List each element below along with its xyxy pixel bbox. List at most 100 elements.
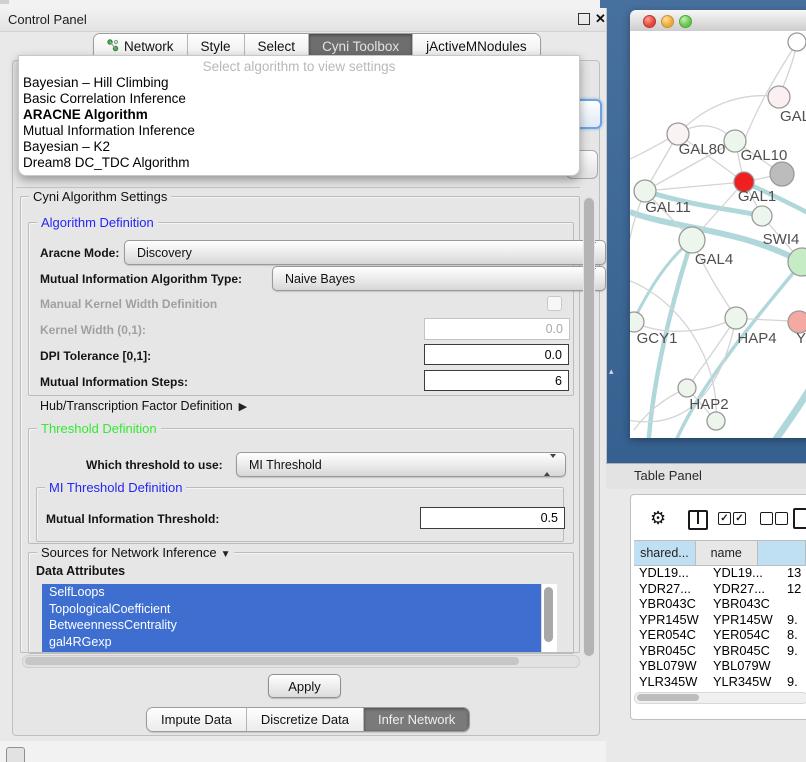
table-row[interactable]: YBR043CYBR043C (634, 596, 806, 612)
table-cell[interactable]: YBL079W (713, 658, 787, 673)
table-cell[interactable]: YDR27... (713, 581, 787, 596)
which-threshold-select[interactable]: MI Threshold (236, 452, 566, 477)
hidden-group-border (16, 187, 580, 188)
function-document-icon[interactable] (793, 508, 806, 529)
algorithm-option[interactable]: Basic Correlation Inference (19, 91, 579, 107)
divider-arrow-icon[interactable]: ▴ (609, 366, 614, 377)
attribute-list-item[interactable]: TopologicalCoefficient (42, 601, 556, 618)
select-all-checks-icon[interactable]: ✓ (733, 512, 746, 525)
table-cell[interactable]: YER054C (634, 627, 713, 642)
algorithm-option[interactable]: ARACNE Algorithm (19, 107, 579, 123)
dpi-tolerance-field[interactable]: 0.0 (424, 344, 569, 365)
attribute-list-item[interactable]: SelfLoops (42, 584, 556, 601)
node-label: GAL (780, 108, 806, 125)
algorithm-option[interactable]: Bayesian – Hill Climbing (19, 75, 579, 91)
kernel-width-field[interactable]: 0.0 (424, 318, 570, 340)
table-cell[interactable]: 8. (787, 627, 806, 642)
table-cell[interactable]: YLR345W (634, 674, 713, 689)
hidden-combo-fragment[interactable] (577, 99, 602, 129)
select-all-checks-icon[interactable]: ✓ (718, 512, 731, 525)
table-row[interactable]: YLR345WYLR345W9. (634, 674, 806, 690)
bottom-tab-discretize-data[interactable]: Discretize Data (247, 708, 364, 731)
table-row[interactable]: YBR045CYBR045C9. (634, 643, 806, 659)
table-cell[interactable]: YDR27... (634, 581, 713, 596)
node-label: HAP2 (689, 396, 728, 413)
zoom-traffic-light-icon[interactable] (679, 15, 692, 28)
close-panel-icon[interactable]: ✕ (595, 11, 606, 27)
column-header-shared-name[interactable]: shared... (634, 541, 696, 565)
attributes-scrollbar-thumb[interactable] (544, 587, 553, 642)
network-node-HAP2[interactable] (678, 379, 696, 397)
network-node-node-bottom[interactable] (707, 412, 725, 430)
column-header-partial[interactable] (758, 541, 806, 565)
network-edge[interactable] (678, 96, 779, 134)
apply-button[interactable]: Apply (268, 674, 341, 698)
table-cell[interactable]: YPR145W (634, 612, 713, 627)
table-cell[interactable]: YLR345W (713, 674, 787, 689)
network-node-gray-node[interactable] (770, 162, 794, 186)
network-edge[interactable] (768, 382, 806, 438)
table-cell[interactable]: YDL19... (713, 565, 787, 580)
aracne-mode-label: Aracne Mode: (40, 246, 119, 260)
control-panel-titlebar[interactable] (0, 8, 606, 32)
network-window-titlebar[interactable] (630, 10, 806, 32)
data-attributes-list[interactable]: SelfLoopsTopologicalCoefficientBetweenne… (42, 584, 556, 652)
table-row[interactable]: YBL079WYBL079W (634, 658, 806, 674)
mi-steps-field[interactable]: 6 (424, 370, 569, 391)
table-cell[interactable]: 9. (787, 643, 806, 658)
table-cell[interactable]: 9. (787, 674, 806, 689)
table-cell[interactable]: 13 (787, 565, 806, 580)
mi-threshold-field[interactable]: 0.5 (420, 507, 565, 529)
network-window[interactable]: GALGAL80GAL10GAL1GAL11SWI4GAL4GCY1HAP4YH… (630, 10, 806, 438)
attribute-list-item[interactable]: BetweennessCentrality (42, 617, 556, 634)
table-cell[interactable]: YDL19... (634, 565, 713, 580)
table-hscrollbar-thumb[interactable] (637, 694, 699, 701)
table-cell[interactable]: YBL079W (634, 658, 713, 673)
settings-vscrollbar-thumb[interactable] (584, 198, 594, 656)
algorithm-dropdown[interactable]: Select algorithm to view settings Bayesi… (18, 55, 580, 176)
algorithm-option[interactable]: Mutual Information Inference (19, 123, 579, 139)
minimized-panel-icon[interactable] (6, 747, 25, 762)
column-layout-icon[interactable] (688, 510, 708, 530)
settings-hscrollbar-thumb[interactable] (25, 657, 519, 665)
table-cell[interactable]: YBR045C (634, 643, 713, 658)
table-cell[interactable]: YBR043C (634, 596, 713, 611)
table-cell[interactable]: 9. (787, 612, 806, 627)
network-canvas[interactable]: GALGAL80GAL10GAL1GAL11SWI4GAL4GCY1HAP4YH… (630, 31, 806, 438)
network-edge[interactable] (634, 388, 687, 430)
clear-checks-icon[interactable] (760, 512, 773, 525)
table-cell[interactable]: 12 (787, 581, 806, 596)
column-header-name[interactable]: name (696, 541, 758, 565)
network-node-gal-cut[interactable] (768, 86, 790, 108)
table-cell[interactable]: YER054C (713, 627, 787, 642)
attribute-list-item[interactable]: gal4RGexp (42, 634, 556, 651)
manual-kernel-checkbox[interactable] (547, 296, 562, 311)
network-node-GCY1[interactable] (630, 312, 644, 332)
bottom-tab-impute-data[interactable]: Impute Data (147, 708, 247, 731)
table-row[interactable]: YER054CYER054C8. (634, 627, 806, 643)
table-cell[interactable]: YPR145W (713, 612, 787, 627)
network-node-node-top[interactable] (788, 33, 806, 51)
mi-type-select[interactable]: Naive Bayes (272, 266, 606, 291)
aracne-mode-select[interactable]: Discovery (124, 240, 606, 265)
hub-section-toggle[interactable]: Hub/Transcription Factor Definition▶ (40, 399, 247, 413)
float-window-icon[interactable] (578, 13, 590, 25)
clear-checks-icon[interactable] (775, 512, 788, 525)
table-cell[interactable]: YBR043C (713, 596, 787, 611)
settings-gear-icon[interactable]: ⚙ (650, 508, 666, 529)
bottom-tab-infer-network[interactable]: Infer Network (364, 708, 469, 731)
table-cell[interactable]: YBR045C (713, 643, 787, 658)
table-row[interactable]: YDL19...YDL19...13 (634, 565, 806, 581)
network-node-green-big[interactable] (788, 248, 806, 276)
table-body: YDL19...YDL19...13YDR27...YDR27...12YBR0… (634, 565, 806, 689)
table-row[interactable]: YPR145WYPR145W9. (634, 612, 806, 628)
network-node-GAL4[interactable] (679, 227, 705, 253)
algorithm-option[interactable]: Bayesian – K2 (19, 139, 579, 155)
node-label: GAL10 (741, 147, 788, 164)
algorithm-option[interactable]: Dream8 DC_TDC Algorithm (19, 155, 579, 171)
table-row[interactable]: YDR27...YDR27...12 (634, 581, 806, 597)
network-node-SWI4[interactable] (752, 206, 772, 226)
network-node-HAP4[interactable] (725, 307, 747, 329)
minimize-traffic-light-icon[interactable] (661, 15, 674, 28)
close-traffic-light-icon[interactable] (643, 15, 656, 28)
